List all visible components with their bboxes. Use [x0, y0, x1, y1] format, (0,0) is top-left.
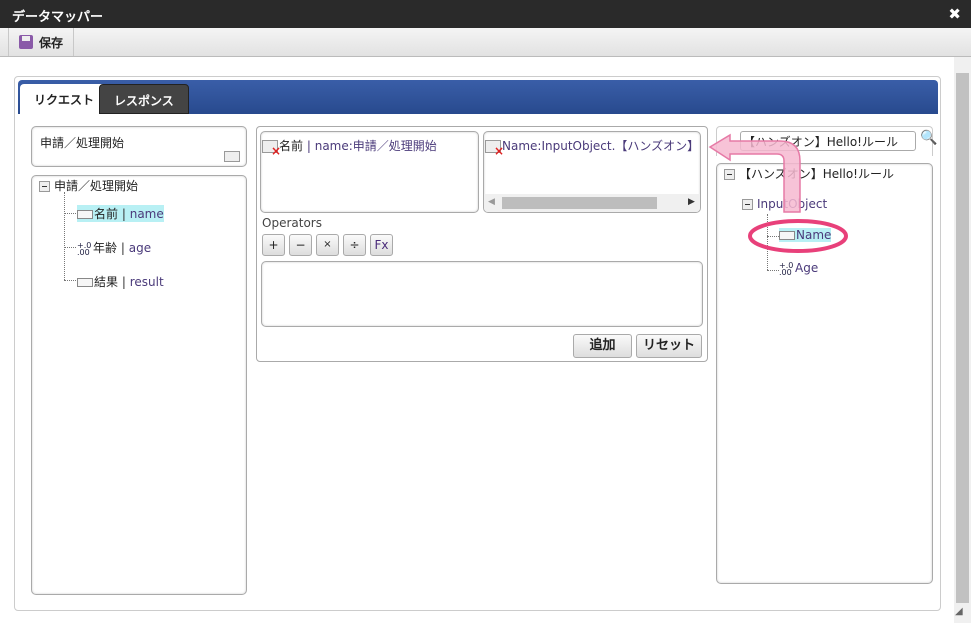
number-field-icon: +.0.00	[77, 240, 92, 257]
collapse-icon[interactable]	[39, 181, 50, 192]
save-button[interactable]: 保存	[8, 28, 75, 56]
divide-button[interactable]: ÷	[343, 234, 366, 256]
resize-grip-icon[interactable]: ◢	[955, 606, 963, 617]
tree-item-result[interactable]: 結果 | result	[77, 273, 164, 290]
save-label: 保存	[39, 35, 64, 50]
tab-request[interactable]: リクエスト	[20, 84, 109, 114]
expression-textarea[interactable]	[261, 261, 703, 327]
tree-item-name[interactable]: 名前 | name	[77, 205, 164, 222]
tab-response[interactable]: レスポンス	[99, 84, 189, 114]
annotation-arrow-icon	[708, 133, 848, 253]
plus-button[interactable]: +	[262, 234, 285, 256]
toolbar: 保存	[0, 28, 971, 57]
error-field-icon	[262, 140, 281, 158]
operators-label: Operators	[262, 216, 322, 230]
search-icon[interactable]: 🔍	[920, 130, 937, 146]
floppy-disk-icon	[19, 35, 33, 49]
string-field-icon	[77, 210, 93, 219]
reset-button[interactable]: リセット	[636, 334, 702, 358]
close-icon[interactable]: ✖	[948, 5, 961, 23]
source-field-box[interactable]: 名前 | name:申請／処理開始	[260, 131, 479, 213]
window-title: データマッパー	[0, 0, 971, 28]
minus-button[interactable]: −	[289, 234, 312, 256]
tree-item-age[interactable]: +.0.00 年齢 | age	[77, 239, 151, 256]
source-tree: 申請／処理開始 名前 | name +.0.00 年齢 | age 結果 | re…	[31, 175, 247, 595]
target-field-box[interactable]: Name:InputObject.【ハンズオン】Hello! ◀ ▶	[483, 131, 701, 213]
scrollbar-thumb[interactable]	[502, 197, 657, 209]
scrollbar-thumb[interactable]	[956, 73, 969, 603]
multiply-button[interactable]: ×	[316, 234, 339, 256]
string-field-icon	[77, 278, 93, 287]
source-selector[interactable]: 申請／処理開始	[31, 126, 247, 167]
add-button[interactable]: 追加	[573, 334, 632, 358]
list-icon[interactable]	[224, 151, 240, 162]
horizontal-scrollbar[interactable]: ◀ ▶	[484, 194, 700, 212]
function-button[interactable]: Fx	[370, 234, 393, 256]
tree-root[interactable]: 申請／処理開始	[39, 177, 138, 194]
error-field-icon	[485, 140, 504, 158]
source-selected-label: 申請／処理開始	[40, 136, 125, 150]
